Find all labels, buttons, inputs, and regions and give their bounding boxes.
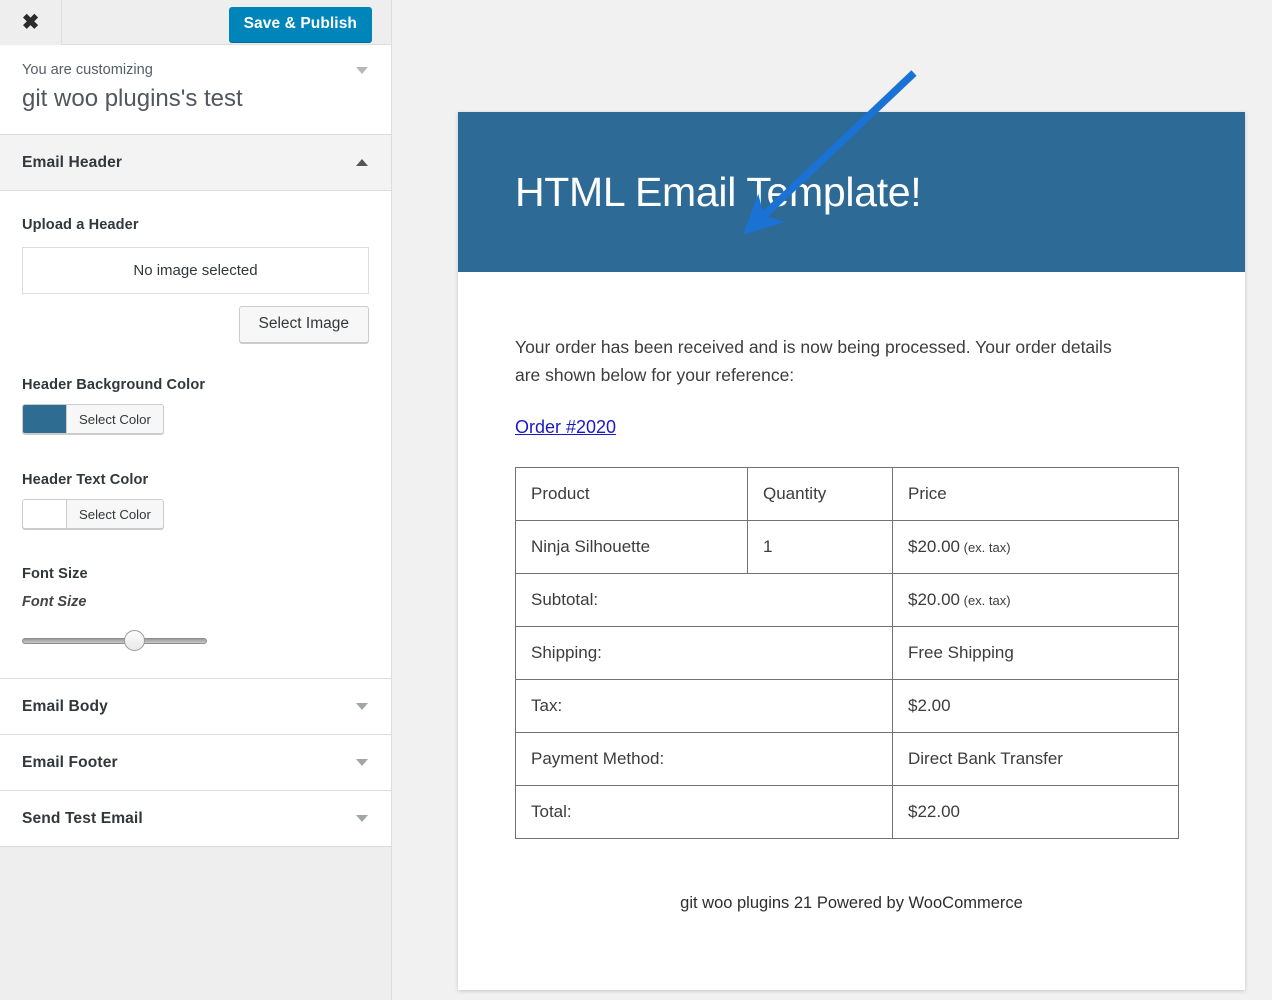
table-cell-label: Payment Method: [515, 732, 893, 787]
email-intro-text: Your order has been received and is now … [515, 337, 1112, 385]
email-header-controls: Upload a Header No image selected Select… [0, 191, 391, 680]
preview-area: HTML Email Template! Your order has been… [393, 0, 1272, 1000]
table-header-cell: Quantity [747, 467, 893, 522]
select-image-button[interactable]: Select Image [238, 306, 369, 344]
section-title: Send Test Email [22, 809, 143, 827]
order-details-table: Product Quantity Price Ninja Silhouette 1 $20… [515, 467, 1179, 840]
email-footer-text: git woo plugins 21 Powered by WooCommerc… [680, 894, 1023, 913]
ex-tax-note: (ex. tax) [960, 540, 1011, 556]
slider-handle[interactable] [123, 630, 145, 652]
chevron-down-icon[interactable] [356, 703, 368, 711]
font-size-label: Font Size [22, 566, 88, 583]
email-body: Your order has been received and is now … [458, 272, 1245, 913]
table-row: Shipping: Free Shipping [515, 626, 1179, 681]
font-size-sublabel: Font Size [22, 594, 87, 611]
section-header-email-header[interactable]: Email Header [0, 135, 391, 192]
email-banner: HTML Email Template! [458, 112, 1245, 272]
table-cell-label: Subtotal: [515, 573, 893, 628]
email-preview-card: HTML Email Template! Your order has been… [458, 112, 1245, 990]
upload-header-label: Upload a Header [22, 217, 139, 234]
chevron-down-icon[interactable] [356, 759, 368, 767]
table-header-row: Product Quantity Price [515, 467, 1179, 522]
ex-tax-note: (ex. tax) [960, 593, 1011, 609]
sidebar-filler [0, 847, 391, 968]
section-title: Email Body [22, 697, 108, 715]
font-size-control: Font Size Font Size [22, 566, 369, 652]
header-background-color-picker[interactable]: Select Color [22, 404, 164, 435]
table-cell-label: Total: [515, 785, 893, 840]
table-cell: Ninja Silhouette [515, 520, 748, 575]
table-row: Subtotal: $20.00 (ex. tax) [515, 573, 1179, 628]
select-color-label: Select Color [67, 405, 163, 434]
table-row: Tax: $2.00 [515, 679, 1179, 734]
section-header-email-body[interactable]: Email Body [0, 679, 391, 736]
table-cell-label: Tax: [515, 679, 893, 734]
table-cell-label: Shipping: [515, 626, 893, 681]
table-cell-value: $20.00 (ex. tax) [892, 573, 1179, 628]
image-placeholder: No image selected [22, 247, 369, 295]
font-size-slider[interactable] [22, 630, 207, 652]
section-header-email-footer[interactable]: Email Footer [0, 735, 391, 792]
table-cell-value: $2.00 [892, 679, 1179, 734]
chevron-up-icon[interactable] [356, 159, 368, 167]
section-title: Email Header [22, 153, 123, 171]
table-row: Payment Method: Direct Bank Transfer [515, 732, 1179, 787]
header-text-color-picker[interactable]: Select Color [22, 499, 164, 530]
header-background-color-control: Header Background Color Select Color [22, 377, 369, 438]
chevron-down-icon[interactable] [356, 67, 368, 74]
color-swatch [23, 405, 67, 434]
site-title: git woo plugins's test [22, 84, 243, 112]
header-text-color-label: Header Text Color [22, 472, 149, 489]
close-customizer-button[interactable]: ✖ [0, 0, 62, 45]
select-color-label: Select Color [67, 500, 163, 529]
select-image-row: Select Image [22, 306, 369, 344]
section-title: Email Footer [22, 753, 118, 771]
header-text-color-control: Header Text Color Select Color [22, 472, 369, 533]
table-row: Total: $22.00 [515, 785, 1179, 840]
email-banner-title: HTML Email Template! [515, 168, 922, 215]
customizing-label: You are customizing [22, 62, 153, 78]
color-swatch [23, 500, 67, 529]
chevron-down-icon[interactable] [356, 815, 368, 823]
table-cell-value: Free Shipping [892, 626, 1179, 681]
section-header-send-test-email[interactable]: Send Test Email [0, 791, 391, 848]
customizer-topbar: ✖ Save & Publish [0, 0, 391, 45]
table-cell-value: $20.00 (ex. tax) [892, 520, 1179, 575]
table-header-cell: Product [515, 467, 748, 522]
table-cell: 1 [747, 520, 893, 575]
close-x-icon: ✖ [21, 10, 40, 34]
table-cell-value: $22.00 [892, 785, 1179, 840]
table-header-cell: Price [892, 467, 1179, 522]
save-and-publish-button[interactable]: Save & Publish [228, 7, 372, 42]
header-background-color-label: Header Background Color [22, 377, 206, 394]
customizer-sidebar: ✖ Save & Publish You are customizing git… [0, 0, 392, 1000]
order-link[interactable]: Order #2020 [515, 417, 616, 438]
table-row: Ninja Silhouette 1 $20.00 (ex. tax) [515, 520, 1179, 575]
slider-track[interactable] [22, 638, 207, 645]
table-cell-value: Direct Bank Transfer [892, 732, 1179, 787]
customizing-info-panel[interactable]: You are customizing git woo plugins's te… [0, 45, 391, 136]
